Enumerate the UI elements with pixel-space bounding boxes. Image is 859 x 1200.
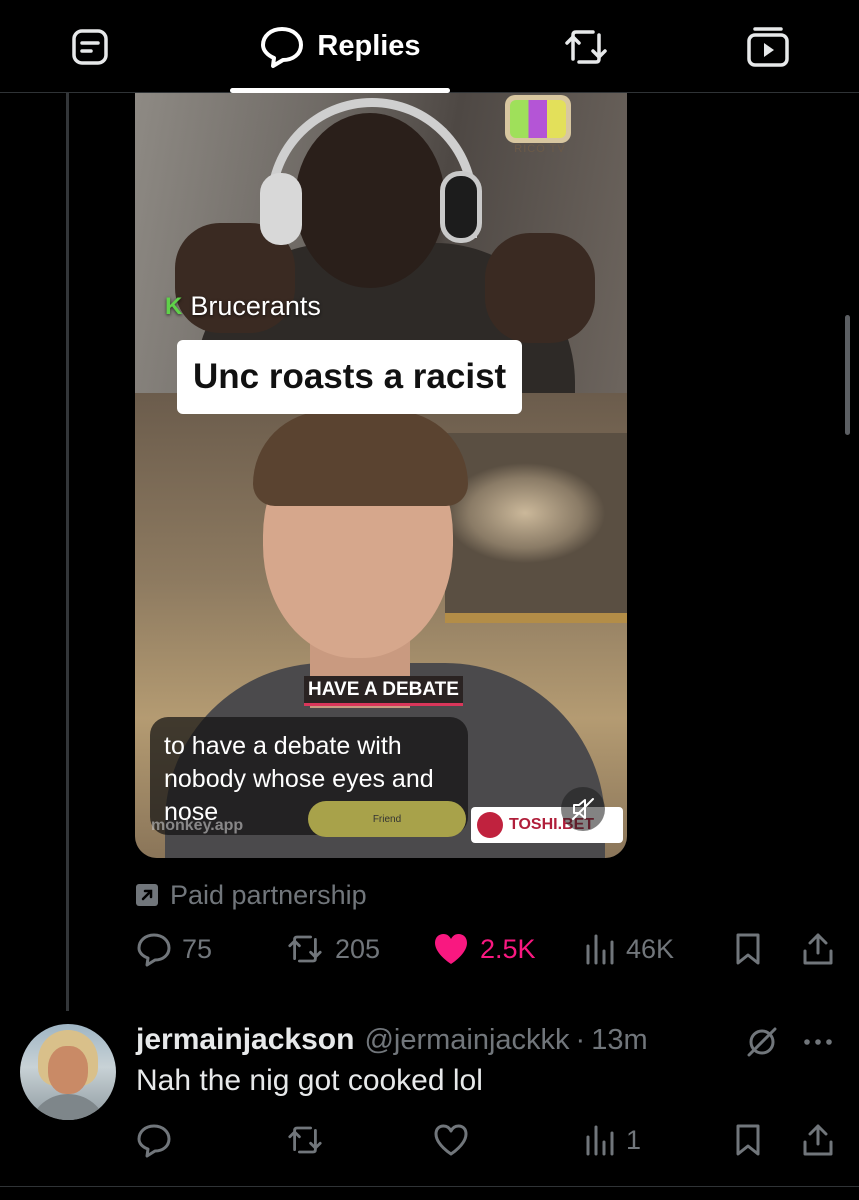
bookmark-icon [736,933,760,965]
tv-logo-text: RICO TV [514,143,566,155]
bookmark-button[interactable] [733,929,763,969]
divider [0,1186,859,1187]
reply-bookmark-button[interactable] [733,1120,763,1160]
video-icon [747,26,789,67]
avatar[interactable] [20,1024,116,1120]
share-button[interactable] [802,929,834,969]
speech-bubble-icon [261,26,304,68]
sponsor-logo [477,812,503,838]
reply-view-count: 1 [626,1124,642,1155]
video-watermark: monkey.app [151,817,244,834]
reply-button[interactable]: 75 [136,929,212,969]
reply-repost-button[interactable] [285,1120,325,1160]
reply-reply-button[interactable] [136,1120,172,1160]
document-icon [72,28,108,65]
paid-partnership-label[interactable]: Paid partnership [136,878,367,912]
share-icon [803,1124,833,1156]
bar-chart-icon [586,1125,614,1156]
arrow-box-icon [136,884,158,906]
view-count: 46K [626,933,675,964]
reply-count: 75 [182,933,213,964]
reply-views-button[interactable]: 1 [584,1120,641,1160]
video-handle: K Brucerants [165,291,321,322]
heart-filled-icon [435,934,467,964]
reply-actions: 1 [0,1120,859,1160]
separator: · [575,1023,586,1056]
bar-chart-icon [586,934,614,965]
post-video[interactable]: RICO TV K Brucerants Unc roasts a racist… [135,93,627,858]
scrollbar[interactable] [845,315,850,435]
like-button[interactable]: 2.5K [432,929,536,969]
thread-connector-line [66,93,69,1011]
profile-tab-bar: Replies [0,0,859,93]
kick-logo: K [165,292,183,320]
reply-like-button[interactable] [432,1120,470,1160]
paid-partnership-text: Paid partnership [170,879,367,910]
reply-header: jermainjackson @jermainjackkk · 13m [136,1021,648,1059]
tab-replies-label: Replies [317,30,421,62]
video-handle-text: Brucerants [190,291,321,321]
friend-button: Friend [308,801,466,837]
reply-timestamp[interactable]: 13m [591,1024,647,1057]
repost-button[interactable]: 205 [285,929,380,969]
repost-icon [565,29,607,64]
reply-icon [137,1124,171,1158]
tv-logo [505,95,571,143]
video-overlay-text: HAVE A DEBATE [304,676,463,706]
like-count: 2.5K [480,933,536,964]
tab-media[interactable] [730,0,806,93]
reply-share-button[interactable] [802,1120,834,1160]
repost-icon [288,935,322,963]
reply-icon [137,933,171,967]
share-icon [803,933,833,965]
repost-count: 205 [335,933,381,964]
wall-painting [445,433,627,623]
reply-author-name[interactable]: jermainjackson [136,1023,354,1057]
reply-author-handle[interactable]: @jermainjackkk [364,1024,569,1057]
video-title-banner: Unc roasts a racist [177,340,523,414]
tab-replies[interactable]: Replies [230,0,450,93]
bookmark-icon [736,1124,760,1156]
reply-text: Nah the nig got cooked lol [136,1064,483,1097]
post-actions: 75 205 2.5K 46K [0,929,859,969]
views-button[interactable]: 46K [584,929,674,969]
more-options-icon[interactable] [800,1024,836,1060]
tab-reposts[interactable] [550,0,622,93]
repost-icon [288,1126,322,1154]
tab-posts[interactable] [56,0,124,93]
heart-icon [434,1124,468,1156]
muted-speaker-icon [572,798,594,820]
grok-icon[interactable] [744,1024,780,1060]
mute-button[interactable] [561,787,605,831]
